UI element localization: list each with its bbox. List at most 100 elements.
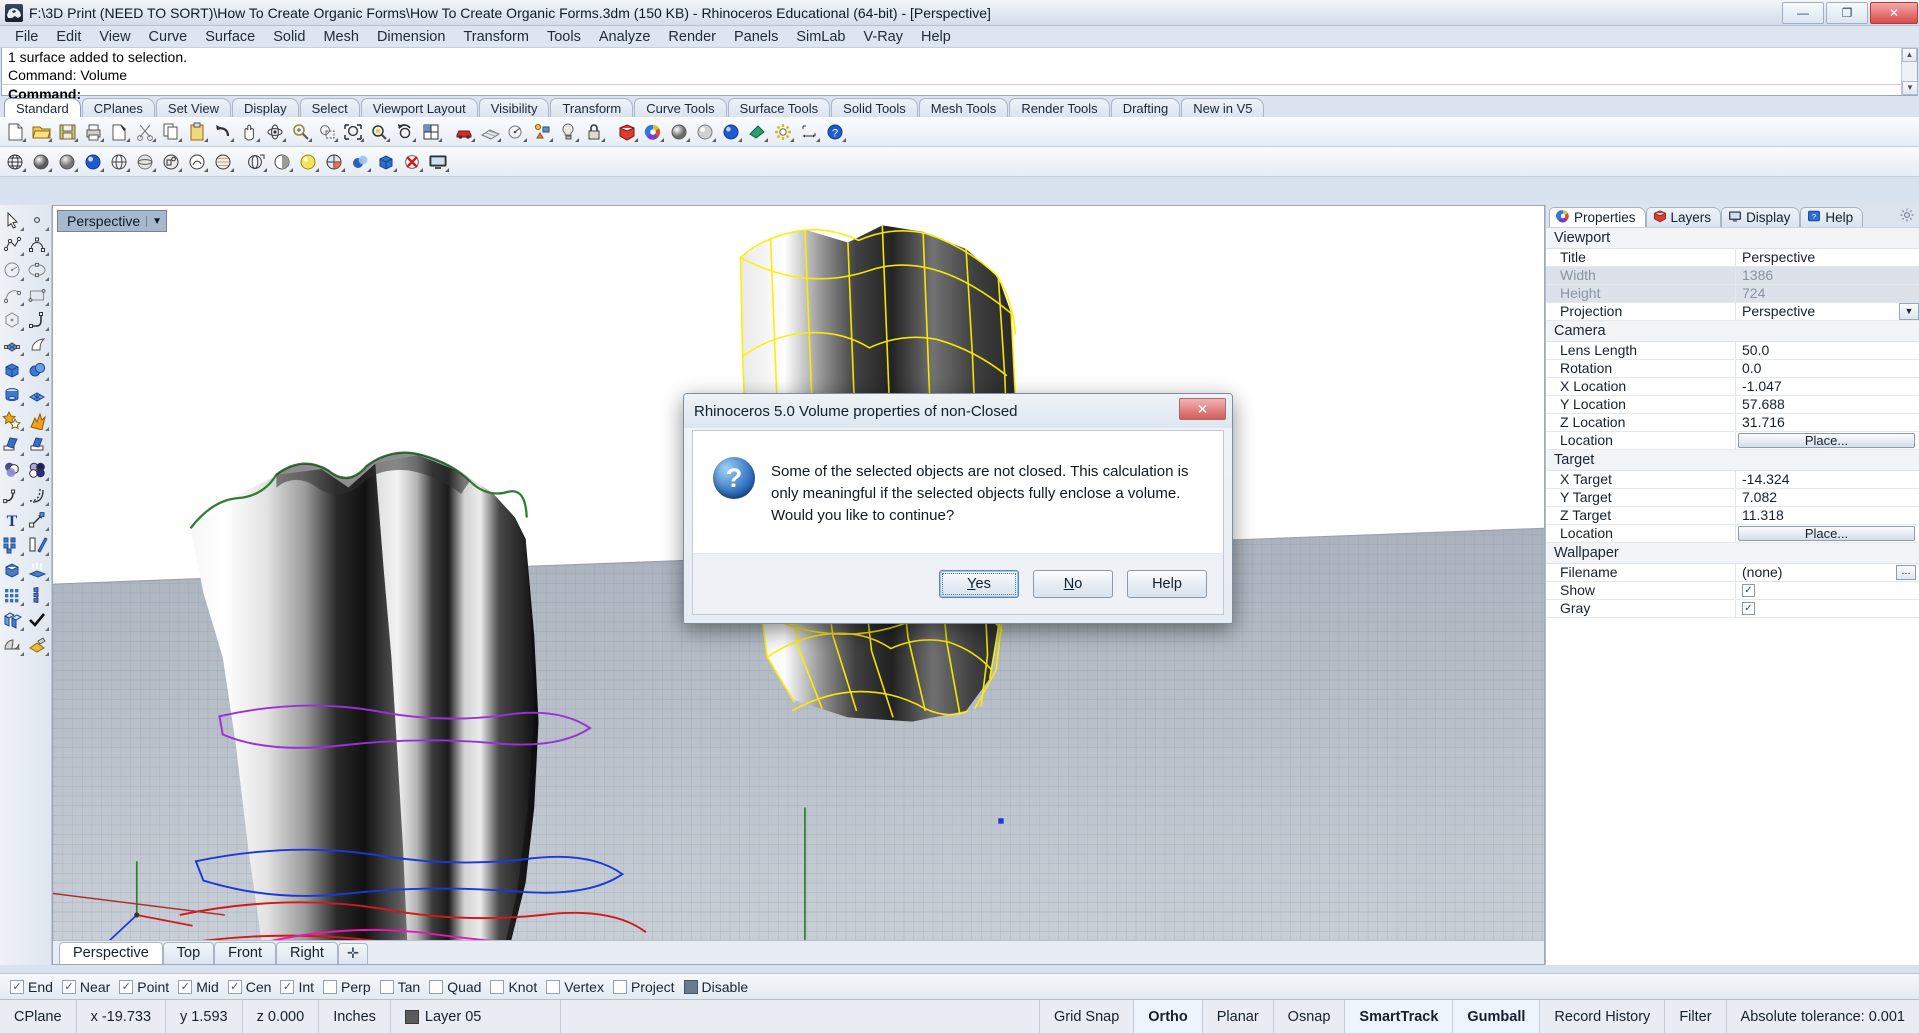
property-value[interactable]: Place...	[1736, 432, 1919, 449]
menu-item-render[interactable]: Render	[659, 27, 725, 47]
cut-copy-paste-icon[interactable]	[107, 119, 132, 144]
scale-icon[interactable]	[25, 507, 50, 532]
trim-icon[interactable]	[0, 432, 25, 457]
boolean-difference-icon[interactable]	[25, 457, 50, 482]
toolbar-tab-solid-tools[interactable]: Solid Tools	[831, 98, 918, 117]
arc-icon[interactable]	[0, 282, 25, 307]
paste-icon[interactable]	[185, 119, 210, 144]
toolbar-tab-curve-tools[interactable]: Curve Tools	[634, 98, 726, 117]
halfshade-icon[interactable]	[270, 149, 295, 174]
property-value[interactable]: Perspective▼	[1736, 303, 1919, 320]
command-history-area[interactable]: 1 surface added to selection. Command: V…	[1, 48, 1918, 96]
osnap-near[interactable]: ✓Near	[60, 979, 117, 995]
zoom-extents-icon[interactable]	[341, 119, 366, 144]
pan-hand-icon[interactable]	[237, 119, 262, 144]
print-icon[interactable]	[81, 119, 106, 144]
osnap-project[interactable]: Project	[611, 979, 682, 995]
viewport-tab-right[interactable]: Right	[276, 942, 338, 964]
viewport-layout-icon[interactable]	[419, 119, 444, 144]
osnap-checkbox[interactable]: ✓	[10, 980, 24, 994]
options-gear-icon[interactable]	[771, 119, 796, 144]
shaded-view2-icon[interactable]	[55, 149, 80, 174]
box-icon[interactable]	[0, 357, 25, 382]
property-value[interactable]: (none)...	[1736, 564, 1919, 581]
xray-view-icon[interactable]	[133, 149, 158, 174]
monitor-icon[interactable]	[426, 149, 451, 174]
menu-item-v-ray[interactable]: V-Ray	[855, 27, 913, 47]
ghosted-sphere-icon[interactable]	[693, 119, 718, 144]
status-toggle-osnap[interactable]: Osnap	[1274, 1000, 1346, 1033]
place-button[interactable]: Place...	[1738, 433, 1915, 448]
control-point-curve-icon[interactable]	[25, 232, 50, 257]
checkbox[interactable]: ✓	[1742, 602, 1755, 615]
property-value[interactable]: ✓	[1736, 600, 1919, 617]
osnap-checkbox[interactable]	[323, 980, 337, 994]
surface-extrude-icon[interactable]	[25, 332, 50, 357]
shaded-sphere-icon[interactable]	[667, 119, 692, 144]
color-wheel-icon[interactable]	[641, 119, 666, 144]
osnap-knot[interactable]: Knot	[488, 979, 544, 995]
chevron-down-icon[interactable]: ▼	[146, 216, 162, 227]
menu-item-edit[interactable]: Edit	[47, 27, 90, 47]
menu-item-surface[interactable]: Surface	[196, 27, 264, 47]
menu-item-transform[interactable]: Transform	[454, 27, 538, 47]
toolbar-tab-mesh-tools[interactable]: Mesh Tools	[919, 98, 1009, 117]
rendered-sphere-icon[interactable]	[719, 119, 744, 144]
browse-file-button[interactable]: ...	[1896, 565, 1916, 580]
osnap-cen[interactable]: ✓Cen	[226, 979, 279, 995]
menu-item-help[interactable]: Help	[912, 27, 960, 47]
toolbar-tab-cplanes[interactable]: CPlanes	[82, 98, 155, 117]
blue-box-icon[interactable]	[374, 149, 399, 174]
osnap-int[interactable]: ✓Int	[278, 979, 321, 995]
offset-curve-icon[interactable]	[25, 482, 50, 507]
array-icon[interactable]	[0, 532, 25, 557]
menu-item-simlab[interactable]: SimLab	[787, 27, 854, 47]
undo-icon[interactable]	[211, 119, 236, 144]
mirror-icon[interactable]	[25, 532, 50, 557]
rectangular-array-icon[interactable]	[0, 582, 25, 607]
shade-cone-icon[interactable]	[0, 632, 25, 657]
light-bulb-icon[interactable]	[556, 119, 581, 144]
dialog-help-button[interactable]: Help	[1127, 570, 1207, 598]
sphere-boolean-icon[interactable]	[25, 357, 50, 382]
zoom-window-icon[interactable]	[315, 119, 340, 144]
lock-icon[interactable]	[582, 119, 607, 144]
rendered-view-icon[interactable]	[81, 149, 106, 174]
viewport-tab-front[interactable]: Front	[214, 942, 276, 964]
delete-view-icon[interactable]	[400, 149, 425, 174]
menu-item-file[interactable]: File	[6, 27, 47, 47]
dialog-close-button[interactable]: ✕	[1179, 398, 1226, 420]
osnap-checkbox[interactable]: ✓	[119, 980, 133, 994]
menu-item-dimension[interactable]: Dimension	[368, 27, 455, 47]
property-value[interactable]: ✓	[1736, 582, 1919, 599]
cplane-icon[interactable]	[478, 119, 503, 144]
menu-item-tools[interactable]: Tools	[538, 27, 590, 47]
ellipse-icon[interactable]	[25, 257, 50, 282]
menu-item-panels[interactable]: Panels	[725, 27, 787, 47]
artistic-view-icon[interactable]	[185, 149, 210, 174]
rotate-view-icon[interactable]	[263, 119, 288, 144]
volume-warning-dialog[interactable]: Rhinoceros 5.0 Volume properties of non-…	[683, 393, 1233, 624]
osnap-quad[interactable]: Quad	[427, 979, 488, 995]
flat-shade-icon[interactable]	[745, 119, 770, 144]
command-scrollbar[interactable]: ▲ ▼	[1901, 48, 1917, 95]
minimize-button[interactable]: —	[1782, 2, 1824, 24]
osnap-end[interactable]: ✓End	[8, 979, 60, 995]
status-layer[interactable]: Layer 05	[391, 1000, 561, 1033]
scissors-cut-icon[interactable]	[133, 119, 158, 144]
scroll-up-icon[interactable]: ▲	[1902, 48, 1917, 62]
osnap-checkbox[interactable]: ✓	[280, 980, 294, 994]
yellow-sphere-icon[interactable]	[296, 149, 321, 174]
boolean-union-icon[interactable]	[0, 457, 25, 482]
polygon-icon[interactable]	[0, 307, 25, 332]
osnap-checkbox[interactable]: ✓	[178, 980, 192, 994]
zoom-in-out-icon[interactable]	[289, 119, 314, 144]
explode-icon[interactable]	[25, 407, 50, 432]
new-file-icon[interactable]	[3, 119, 28, 144]
status-toggle-record-history[interactable]: Record History	[1540, 1000, 1665, 1033]
osnap-checkbox[interactable]	[684, 980, 698, 994]
text-icon[interactable]: T	[0, 507, 25, 532]
analyze-circle-icon[interactable]	[504, 119, 529, 144]
surface-grid-icon[interactable]	[25, 382, 50, 407]
layer-color-swatch[interactable]	[405, 1010, 419, 1024]
